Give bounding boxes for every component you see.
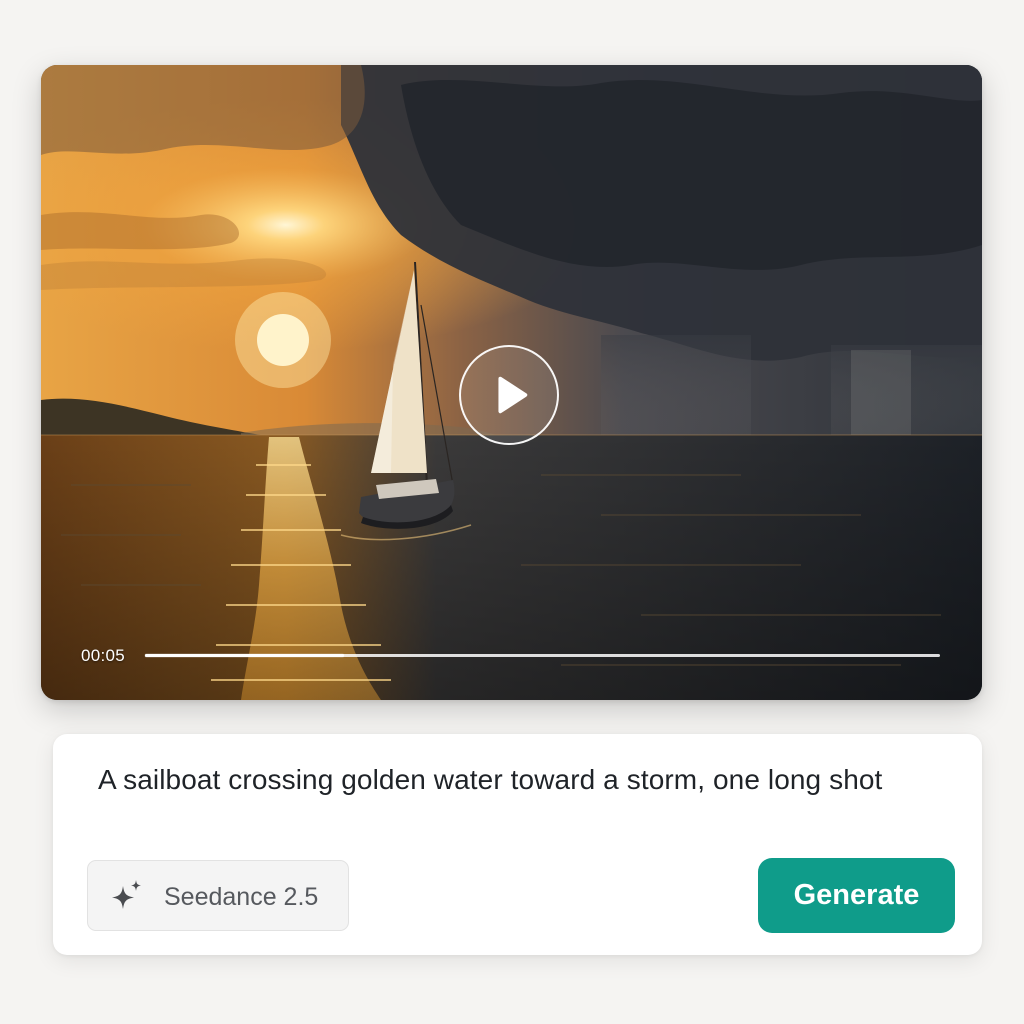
play-button[interactable] bbox=[459, 345, 559, 445]
progress-bar[interactable] bbox=[145, 654, 940, 657]
prompt-card: A sailboat crossing golden water toward … bbox=[53, 734, 982, 955]
progress-fill bbox=[145, 654, 344, 657]
generate-button[interactable]: Generate bbox=[758, 858, 955, 933]
prompt-input[interactable]: A sailboat crossing golden water toward … bbox=[98, 758, 898, 802]
video-player[interactable]: 00:05 bbox=[41, 65, 982, 700]
elapsed-time: 00:05 bbox=[81, 646, 126, 665]
model-label: Seedance 2.5 bbox=[164, 883, 319, 911]
page: 00:05 A sailboat crossing golden water t… bbox=[0, 0, 1024, 1024]
model-selector[interactable]: Seedance 2.5 bbox=[87, 860, 349, 931]
sparkle-icon bbox=[112, 880, 141, 909]
play-icon bbox=[498, 376, 528, 414]
